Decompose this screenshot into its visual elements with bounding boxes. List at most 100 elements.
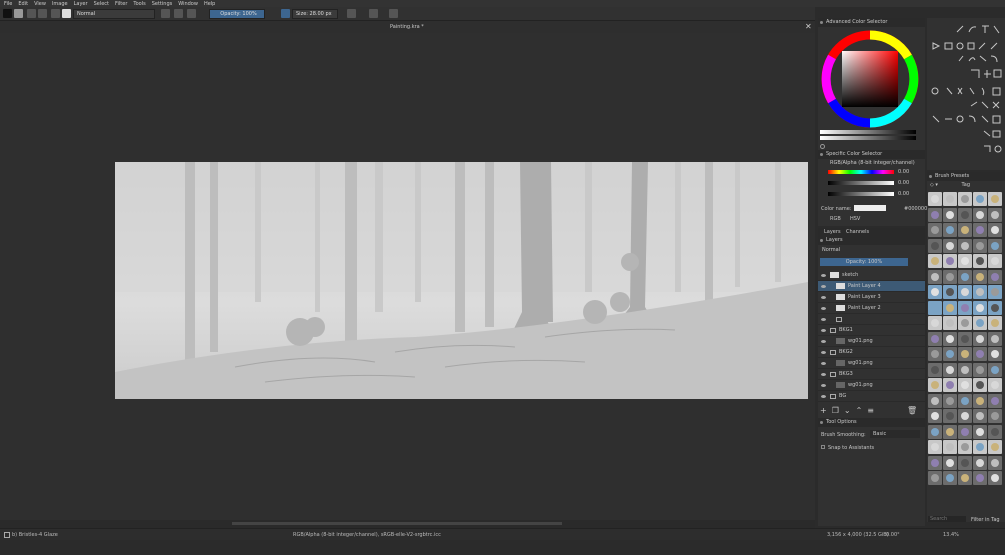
brush-preset-item[interactable]	[958, 254, 972, 268]
painting-canvas[interactable]	[115, 162, 808, 399]
brush-preset-item[interactable]	[943, 455, 957, 470]
brush-preset-item[interactable]	[988, 285, 1002, 299]
menu-settings[interactable]: Settings	[152, 1, 173, 7]
brush-preset-item[interactable]	[958, 378, 972, 392]
duplicate-layer-icon[interactable]: ❐	[832, 406, 839, 416]
brush-preset-item[interactable]	[928, 223, 942, 237]
eye-icon[interactable]	[821, 361, 826, 365]
eye-icon[interactable]	[821, 394, 826, 398]
brush-preset-item[interactable]	[958, 223, 972, 237]
brush-tag-select[interactable]: ◇ ▾ Tag	[927, 182, 1005, 188]
foreground-color-swatch[interactable]	[3, 9, 12, 18]
brush-preset-item[interactable]	[928, 424, 942, 439]
brush-preset-item[interactable]	[928, 455, 942, 470]
layer-item[interactable]: BKG2	[818, 347, 925, 358]
brush-preset-item[interactable]	[928, 269, 942, 284]
brush-preset-item[interactable]	[988, 238, 1002, 253]
brush-preset-item[interactable]	[943, 393, 957, 408]
layer-item[interactable]: Paint Layer 3	[818, 292, 925, 303]
brush-preset-item[interactable]	[973, 362, 987, 377]
eye-icon[interactable]	[821, 306, 826, 310]
status-rotation[interactable]: 0.00°	[886, 532, 900, 538]
color-wheel[interactable]	[820, 29, 920, 129]
brush-preset-item[interactable]	[958, 471, 972, 485]
grey-strip[interactable]	[820, 136, 916, 140]
menu-tools[interactable]: Tools	[133, 1, 145, 7]
brush-preset-item[interactable]	[958, 347, 972, 361]
hue-slider[interactable]	[828, 170, 894, 174]
brush-preset-item[interactable]	[943, 316, 957, 330]
alpha-lock-icon[interactable]	[174, 9, 183, 18]
brush-preset-item[interactable]	[988, 192, 1002, 206]
brush-preset-item[interactable]	[928, 192, 942, 206]
brush-preset-item[interactable]	[988, 269, 1002, 284]
brush-preset-item[interactable]	[973, 440, 987, 454]
eye-icon[interactable]	[821, 295, 826, 299]
brush-preset-item[interactable]	[988, 347, 1002, 361]
brush-preset-item[interactable]	[973, 424, 987, 439]
brush-preset-item[interactable]	[973, 316, 987, 330]
brush-preset-item[interactable]	[928, 331, 942, 346]
brush-preset-item[interactable]	[973, 269, 987, 284]
color-profile-label[interactable]: RGB/Alpha (8-bit integer/channel)	[818, 160, 925, 166]
brush-preset-item[interactable]	[943, 254, 957, 268]
brush-preset-item[interactable]	[958, 409, 972, 423]
brush-preset-item[interactable]	[973, 285, 987, 299]
layer-item[interactable]: BG	[818, 391, 925, 402]
brush-preset-item[interactable]	[928, 254, 942, 268]
brush-preset-item[interactable]	[988, 300, 1002, 315]
brush-preset-item[interactable]	[988, 471, 1002, 485]
brush-preset-item[interactable]	[973, 254, 987, 268]
delete-layer-icon[interactable]: 🗑	[907, 406, 917, 416]
mirror-vertical-icon[interactable]	[369, 9, 378, 18]
brush-preset-grid[interactable]	[928, 192, 1004, 487]
brush-preset-item[interactable]	[943, 471, 957, 485]
value-strip[interactable]	[820, 130, 916, 134]
brush-preset-item[interactable]	[943, 347, 957, 361]
brush-preset-item[interactable]	[943, 331, 957, 346]
tool-icons-grid[interactable]	[927, 18, 1005, 170]
brush-preset-item[interactable]	[958, 207, 972, 222]
brush-preset-item[interactable]	[928, 347, 942, 361]
brush-preset-item[interactable]	[973, 393, 987, 408]
brush-preset-item[interactable]	[973, 223, 987, 237]
snap-checkbox[interactable]	[821, 445, 825, 449]
document-tab-title[interactable]: Painting.kra *	[390, 24, 424, 30]
move-down-icon[interactable]: ⌄	[844, 406, 851, 416]
layer-item[interactable]: Paint Layer 2	[818, 303, 925, 314]
layer-opacity-slider[interactable]: Opacity: 100%	[820, 258, 908, 266]
brush-preset-item[interactable]	[958, 362, 972, 377]
eye-icon[interactable]	[821, 350, 826, 354]
brush-preset-item[interactable]	[928, 316, 942, 330]
color-mode-select[interactable]: RGB	[830, 216, 841, 222]
menu-filter[interactable]: Filter	[115, 1, 127, 7]
brush-preset-item[interactable]	[928, 471, 942, 485]
eye-icon[interactable]	[821, 383, 826, 387]
tab-channels[interactable]: Channels	[846, 229, 869, 235]
opacity-slider[interactable]: Opacity: 100%	[209, 9, 265, 19]
menu-help[interactable]: Help	[204, 1, 215, 7]
layer-item[interactable]: BKG3	[818, 369, 925, 380]
eye-icon[interactable]	[821, 372, 826, 376]
brush-preset-item[interactable]	[973, 207, 987, 222]
brush-settings-icon[interactable]	[51, 9, 60, 18]
brush-preset-item[interactable]	[973, 331, 987, 346]
brush-preset-item[interactable]	[973, 455, 987, 470]
brush-preset-item[interactable]	[973, 192, 987, 206]
brush-preset-item[interactable]	[973, 409, 987, 423]
brush-preset-item[interactable]	[988, 455, 1002, 470]
brush-preset-item[interactable]	[928, 362, 942, 377]
mirror-horizontal-icon[interactable]	[347, 9, 356, 18]
brush-preset-item[interactable]	[928, 207, 942, 222]
move-up-icon[interactable]: ⌃	[856, 406, 863, 416]
brush-preset-item[interactable]	[943, 192, 957, 206]
layer-item[interactable]: wg01.png	[818, 336, 925, 347]
brush-preset-item[interactable]	[928, 285, 942, 299]
brush-preset-item[interactable]	[928, 238, 942, 253]
brush-preset-item[interactable]	[988, 362, 1002, 377]
add-layer-icon[interactable]: +	[820, 406, 827, 416]
brush-preset-item[interactable]	[973, 238, 987, 253]
filter-in-tag-checkbox[interactable]: Filter in Tag	[971, 517, 1000, 523]
layer-item[interactable]: BKG1	[818, 325, 925, 336]
brush-preset-item[interactable]	[988, 424, 1002, 439]
